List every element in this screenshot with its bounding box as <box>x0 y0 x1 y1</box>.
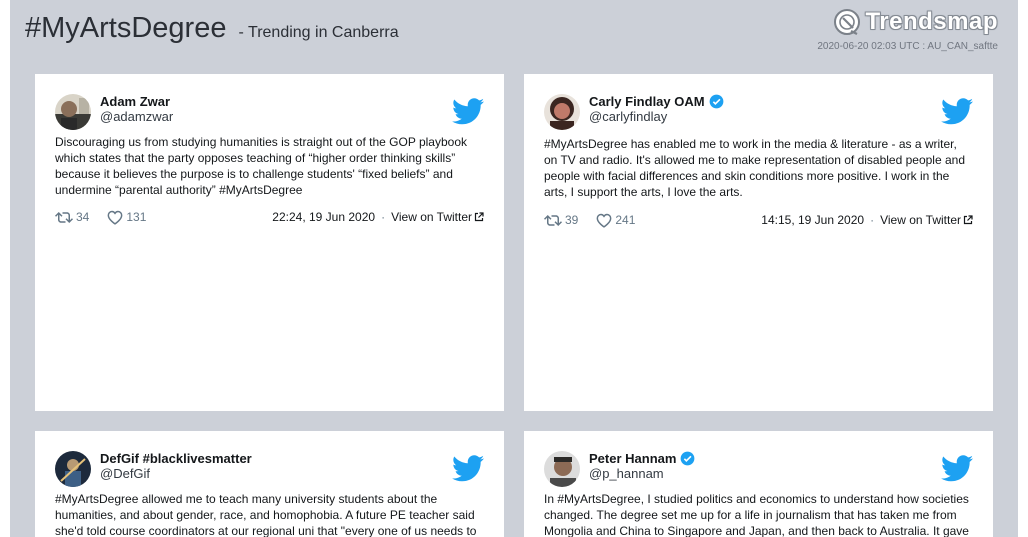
author-handle[interactable]: @DefGif <box>100 466 150 481</box>
author-name[interactable]: DefGif #blacklivesmatter <box>100 451 252 466</box>
author-name-text: DefGif #blacklivesmatter <box>100 451 252 466</box>
like-action[interactable]: 131 <box>107 210 146 225</box>
view-on-twitter-link[interactable]: View on Twitter <box>880 213 973 227</box>
twitter-bird-icon[interactable] <box>941 98 973 125</box>
page-title: #MyArtsDegree - Trending in Canberra <box>25 12 399 45</box>
tweet-card: Carly Findlay OAM @carlyfindlay #MyArtsD… <box>524 74 993 411</box>
like-count: 241 <box>615 213 636 227</box>
twitter-bird-icon[interactable] <box>452 98 484 125</box>
avatar[interactable] <box>55 451 91 487</box>
author-handle[interactable]: @p_hannam <box>589 466 664 481</box>
retweet-count: 34 <box>76 210 90 224</box>
trendsmap-logo-text: Trendsmap <box>865 8 998 35</box>
tweet-actions: 39 241 14:15, 19 Jun 2020 · View on Twit… <box>544 211 973 229</box>
separator-dot: · <box>381 210 386 224</box>
verified-badge-icon <box>681 451 695 466</box>
trending-location: - Trending in Canberra <box>238 24 399 41</box>
tweet-card: Adam Zwar @adamzwar Discouraging us from… <box>35 74 504 411</box>
tweet-text: #MyArtsDegree has enabled me to work in … <box>544 137 966 199</box>
view-on-twitter-link[interactable]: View on Twitter <box>391 210 484 224</box>
tweet-text: Discouraging us from studying humanities… <box>55 135 467 197</box>
retweet-action[interactable]: 34 <box>55 210 89 224</box>
tweet-date[interactable]: 14:15, 19 Jun 2020 <box>761 213 864 227</box>
author-name[interactable]: Adam Zwar <box>100 94 170 109</box>
tweet-actions: 34 131 22:24, 19 Jun 2020 · View on Twit… <box>55 208 484 226</box>
twitter-bird-icon[interactable] <box>452 455 484 482</box>
author-handle[interactable]: @carlyfindlay <box>589 109 667 124</box>
avatar[interactable] <box>544 451 580 487</box>
verified-badge-icon <box>709 94 723 109</box>
tweet-card: DefGif #blacklivesmatter @DefGif #MyArts… <box>35 431 504 537</box>
view-on-twitter-label: View on Twitter <box>880 213 961 227</box>
avatar[interactable] <box>544 94 580 130</box>
author-name[interactable]: Carly Findlay OAM <box>589 94 724 109</box>
view-on-twitter-label: View on Twitter <box>391 210 472 224</box>
timestamp-location-meta: 2020-06-20 02:03 UTC : AU_CAN_saftte <box>817 41 998 52</box>
author-name[interactable]: Peter Hannam <box>589 451 695 466</box>
author-name-text: Adam Zwar <box>100 94 171 109</box>
hashtag-title: #MyArtsDegree <box>25 12 227 44</box>
author-name-text: Carly Findlay OAM <box>589 94 705 109</box>
tweet-card: Peter Hannam @p_hannam In #MyArtsDegree,… <box>524 431 993 537</box>
retweet-count: 39 <box>565 213 579 227</box>
retweet-icon <box>55 211 73 223</box>
author-name-text: Peter Hannam <box>589 451 677 466</box>
tweet-text: In #MyArtsDegree, I studied politics and… <box>544 492 969 537</box>
trendsmap-globe-icon <box>834 9 861 35</box>
separator-dot: · <box>870 213 875 227</box>
tweet-text: #MyArtsDegree allowed me to teach many u… <box>55 492 477 537</box>
tweet-date[interactable]: 22:24, 19 Jun 2020 <box>272 210 375 224</box>
trendsmap-logo[interactable]: Trendsmap <box>833 6 998 38</box>
like-action[interactable]: 241 <box>596 213 635 228</box>
heart-icon <box>596 213 612 228</box>
avatar[interactable] <box>55 94 91 130</box>
heart-icon <box>107 210 123 225</box>
twitter-bird-icon[interactable] <box>941 455 973 482</box>
like-count: 131 <box>126 210 147 224</box>
external-link-icon <box>963 215 973 225</box>
page-frame: #MyArtsDegree - Trending in Canberra Tre… <box>10 0 1018 537</box>
retweet-icon <box>544 214 562 226</box>
external-link-icon <box>474 212 484 222</box>
author-handle[interactable]: @adamzwar <box>100 109 173 124</box>
retweet-action[interactable]: 39 <box>544 213 578 227</box>
